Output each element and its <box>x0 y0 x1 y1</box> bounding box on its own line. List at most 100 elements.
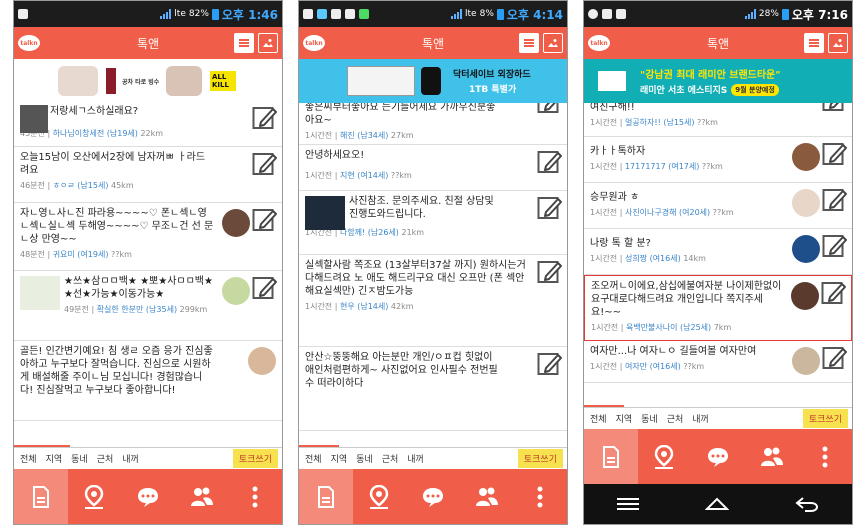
write-reply-icon[interactable] <box>537 149 563 175</box>
filter-nearby[interactable]: 근처 <box>667 412 684 425</box>
tab-location[interactable] <box>68 469 122 524</box>
filter-mine[interactable]: 내꺼 <box>407 452 424 465</box>
tab-more[interactable] <box>798 429 852 484</box>
photo-view-button[interactable] <box>258 33 278 53</box>
list-item[interactable]: 조오꺼ㄴ이에요,삼십에불여자분 나이제한없이 요구대로다해드려요 개인입니다 쪽… <box>584 275 852 341</box>
filter-neighborhood[interactable]: 동네 <box>71 452 88 465</box>
avatar[interactable] <box>222 277 250 305</box>
list-item[interactable]: 카ㅏㅏ톡하자 1시간전 | 17171717 (여17세) ??km <box>584 137 852 183</box>
list-item[interactable]: 여친구해!! 1시간전 | 얼공하자!! (남15세) ??km <box>584 103 852 137</box>
filter-region[interactable]: 지역 <box>46 452 63 465</box>
tab-friends[interactable] <box>175 469 229 524</box>
ad-banner[interactable]: 공차 타로 빙수 ALL KILL <box>14 59 282 103</box>
tab-more[interactable] <box>513 469 567 524</box>
write-reply-icon[interactable] <box>537 195 563 221</box>
filter-all[interactable]: 전체 <box>590 412 607 425</box>
tab-posts[interactable] <box>299 469 353 524</box>
filter-region[interactable]: 지역 <box>331 452 348 465</box>
tab-location[interactable] <box>353 469 407 524</box>
list-item[interactable]: 나랑 톡 할 분? 1시간전 | 성희짱 (여16세) 14km <box>584 229 852 275</box>
filter-neighborhood[interactable]: 동네 <box>641 412 658 425</box>
avatar[interactable] <box>791 282 819 310</box>
avatar[interactable] <box>792 143 820 171</box>
more-vertical-icon <box>822 446 828 467</box>
app-logo[interactable]: talkn <box>18 35 40 51</box>
avatar[interactable] <box>792 189 820 217</box>
write-talk-button[interactable]: 토크쓰기 <box>802 409 848 428</box>
menu-icon[interactable] <box>617 497 639 511</box>
tab-friends[interactable] <box>460 469 514 524</box>
write-reply-icon[interactable] <box>822 141 848 167</box>
list-item[interactable]: 좋은씨부터좋아요 는기들어세요 가까우신분좋아요~ 1시간전 | 해진 (남34… <box>299 103 567 145</box>
avatar[interactable] <box>792 235 820 263</box>
list-item[interactable]: 승무원과 ㅎ 1시간전 | 사진이나구경해 (여20세) ??km <box>584 183 852 229</box>
home-icon[interactable] <box>705 496 729 512</box>
list-item[interactable]: 안녕하세요오! 1시간전 | 지현 (여14세) ??km <box>299 145 567 191</box>
list-item[interactable]: 실섹할사람 쪽조요 (13살부터37살 까지) 원하시는거 다해드려요 노 애도… <box>299 255 567 347</box>
write-reply-icon[interactable] <box>252 151 278 177</box>
post-list[interactable]: 저랑세ㄱ스하실래요? 45분전 | 하나님이창세전 (남19세) 22km 오늘… <box>14 103 282 446</box>
list-item[interactable]: 여자만...나 여자ㄴㅇ 길들여볼 여자만여 1시간전 | 여자만 (여16세)… <box>584 341 852 383</box>
photo-view-button[interactable] <box>828 33 848 53</box>
bottom-tab-bar <box>584 429 852 484</box>
tab-posts[interactable] <box>584 429 638 484</box>
tab-chat[interactable] <box>406 469 460 524</box>
list-item[interactable]: 자ㄴ영ㄴ사ㄴ진 파라용~~~~♡ 폰ㄴ섹ㄴ영ㄴ섹ㄴ실ㄴ섹 두해영~~~~♡ 무조… <box>14 203 282 271</box>
write-talk-button[interactable]: 토크쓰기 <box>517 449 563 468</box>
avatar[interactable] <box>248 347 276 375</box>
filter-region[interactable]: 지역 <box>616 412 633 425</box>
app-logo[interactable]: talkn <box>588 35 610 51</box>
write-reply-icon[interactable] <box>822 345 848 371</box>
avatar[interactable] <box>792 347 820 375</box>
ad-banner[interactable]: 닥터세이브 외장하드 1TB 특별가 <box>299 59 567 103</box>
ad-banner[interactable]: "강남권 최대 래미안 브랜드타운" 래미안 서초 에스티지S 9월 분양예정 <box>584 59 852 103</box>
filter-all[interactable]: 전체 <box>305 452 322 465</box>
list-view-button[interactable] <box>234 33 254 53</box>
back-icon[interactable] <box>795 496 819 512</box>
filter-nearby[interactable]: 근처 <box>97 452 114 465</box>
list-item[interactable]: 사진참조. 문의주세요. 친절 상담및진행도와드립니다. 1시간전 | 다함께!… <box>299 191 567 255</box>
write-reply-icon[interactable] <box>822 187 848 213</box>
more-vertical-icon <box>537 486 543 507</box>
write-reply-icon[interactable] <box>537 103 563 115</box>
write-reply-icon[interactable] <box>252 207 278 233</box>
write-talk-button[interactable]: 토크쓰기 <box>232 449 278 468</box>
app-logo[interactable]: talkn <box>303 35 325 51</box>
notification-icon <box>359 9 369 19</box>
battery-icon <box>781 8 789 20</box>
list-view-button[interactable] <box>519 33 539 53</box>
filter-nearby[interactable]: 근처 <box>382 452 399 465</box>
list-view-button[interactable] <box>804 33 824 53</box>
write-reply-icon[interactable] <box>252 275 278 301</box>
bottom-tab-bar <box>14 469 282 524</box>
write-reply-icon[interactable] <box>822 103 848 113</box>
write-reply-icon[interactable] <box>821 280 847 306</box>
post-list[interactable]: 여친구해!! 1시간전 | 얼공하자!! (남15세) ??km 카ㅏㅏ톡하자 … <box>584 103 852 406</box>
post-message: 안산☆뚱뚱해요 아는분만 개인/ㅇㅍ컵 힛없이 애인처럼편하게~ 사진없어요 인… <box>305 352 498 389</box>
list-item[interactable]: ★쓰★삼ㅁㅁ백★ ★뽀★사ㅁㅁ백★ ★선★가능★이동가능★ 49분전 | 확실한… <box>14 271 282 341</box>
list-item[interactable]: 저랑세ㄱ스하실래요? 45분전 | 하나님이창세전 (남19세) 22km <box>14 103 282 147</box>
list-item[interactable]: 안산☆뚱뚱해요 아는분만 개인/ㅇㅍ컵 힛없이 애인처럼편하게~ 사진없어요 인… <box>299 347 567 431</box>
write-reply-icon[interactable] <box>537 259 563 285</box>
write-reply-icon[interactable] <box>822 233 848 259</box>
filter-mine[interactable]: 내꺼 <box>122 452 139 465</box>
avatar[interactable] <box>222 209 250 237</box>
tab-location[interactable] <box>638 429 692 484</box>
write-reply-icon[interactable] <box>537 351 563 377</box>
write-reply-icon[interactable] <box>252 105 278 131</box>
filter-all[interactable]: 전체 <box>20 452 37 465</box>
tab-more[interactable] <box>228 469 282 524</box>
tab-posts[interactable] <box>14 469 68 524</box>
banner-subtext: 1TB 특별가 <box>469 85 517 95</box>
list-item[interactable]: 오늘15남이 오산에서2장에 남자꺼ㅃ ㅏ라드려요 46분전 | ㅎㅇㄹ (남1… <box>14 147 282 203</box>
banner-badge: 9월 분양예정 <box>731 83 779 96</box>
filter-neighborhood[interactable]: 동네 <box>356 452 373 465</box>
tab-chat[interactable] <box>121 469 175 524</box>
post-list[interactable]: 좋은씨부터좋아요 는기들어세요 가까우신분좋아요~ 1시간전 | 해진 (남34… <box>299 103 567 446</box>
tab-friends[interactable] <box>745 429 799 484</box>
list-item[interactable]: 골든! 인간변기예요! 침 생ㄹ 오즘 응가 진심좋아하고 누구보다 잘먹습니다… <box>14 341 282 421</box>
filter-mine[interactable]: 내꺼 <box>692 412 709 425</box>
banner-allkill: ALL KILL <box>210 71 236 91</box>
photo-view-button[interactable] <box>543 33 563 53</box>
tab-chat[interactable] <box>691 429 745 484</box>
